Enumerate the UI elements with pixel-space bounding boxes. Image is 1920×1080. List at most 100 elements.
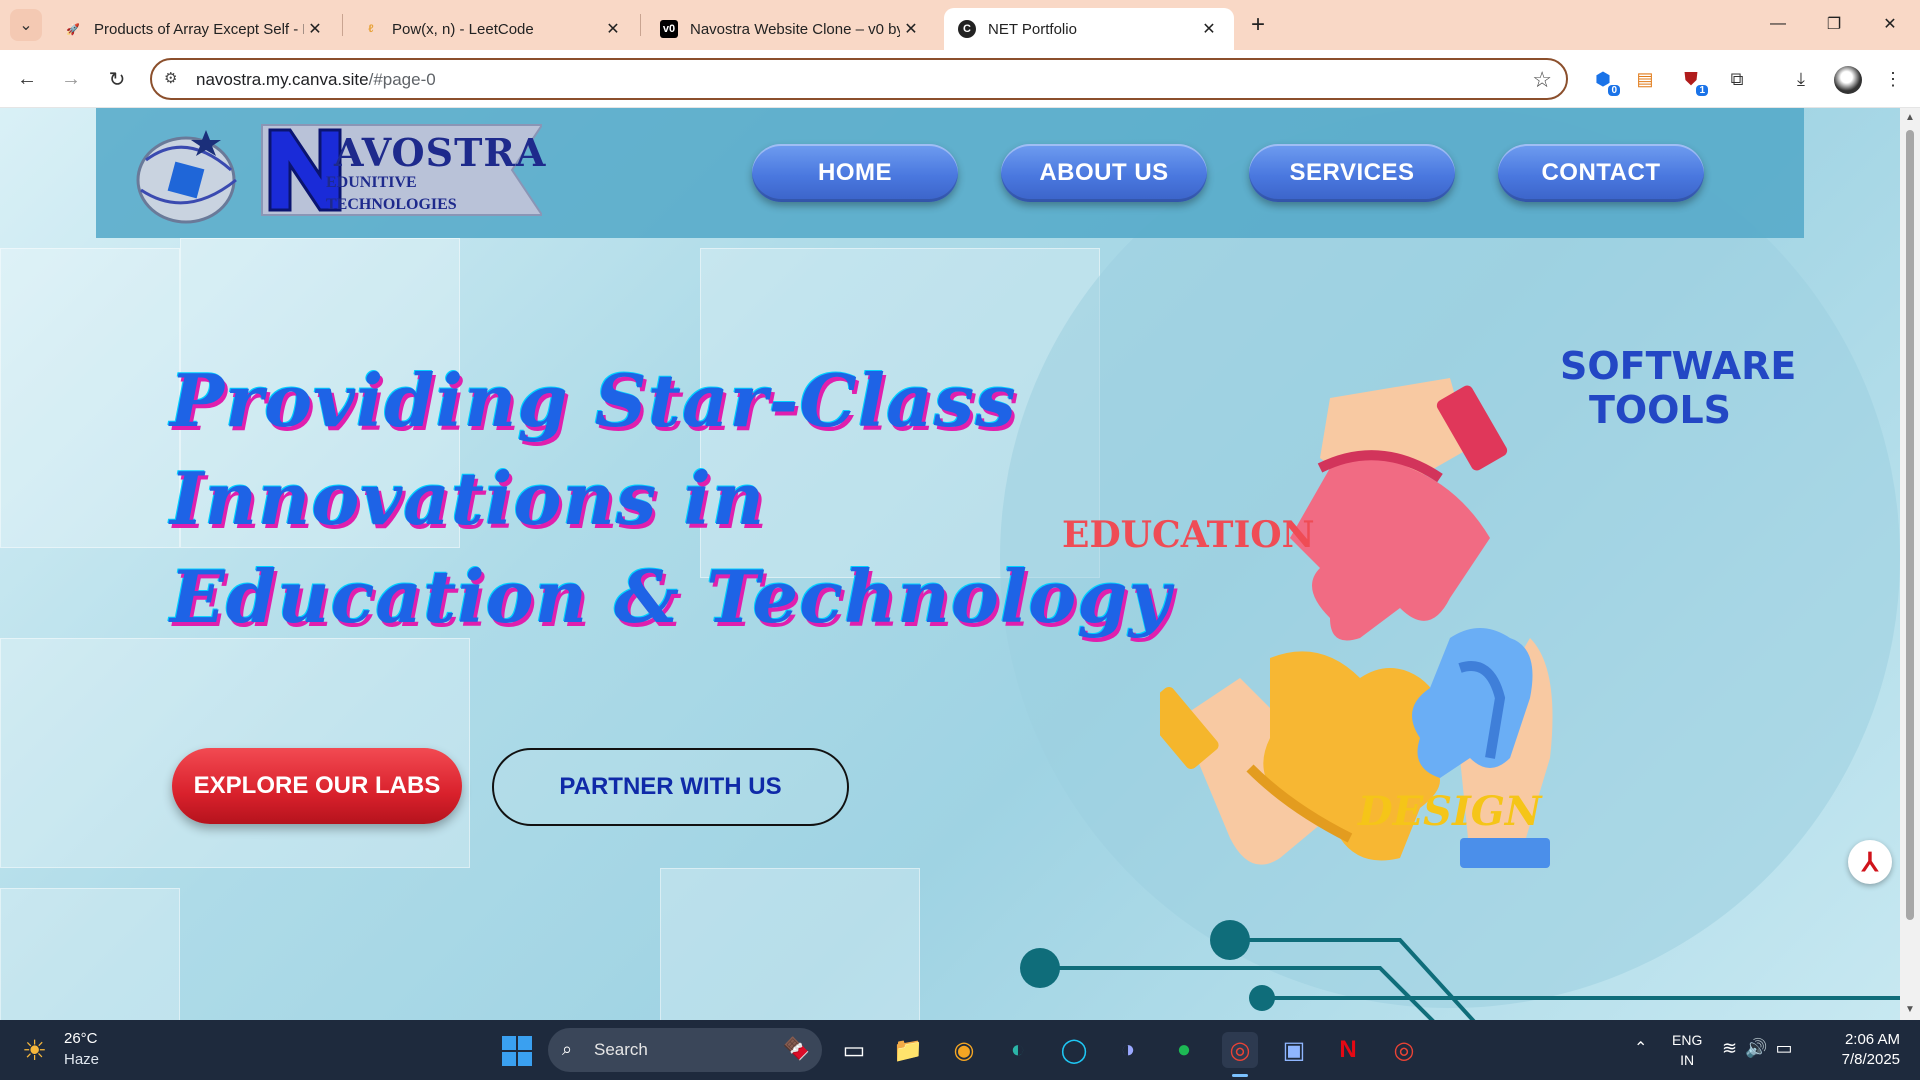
plus-icon: + — [1250, 11, 1265, 38]
tab-net-portfolio[interactable]: C NET Portfolio ✕ — [944, 8, 1234, 50]
background-cube — [660, 868, 920, 1020]
battery-icon[interactable]: ▭ — [1776, 1038, 1801, 1058]
close-icon: ✕ — [1883, 16, 1897, 33]
active-app-indicator — [1232, 1074, 1248, 1077]
logo-globe-icon[interactable] — [126, 120, 246, 230]
region-code: IN — [1680, 1052, 1695, 1068]
rocket-icon: 🚀 — [66, 23, 80, 36]
wifi-icon[interactable]: ≋ — [1722, 1038, 1745, 1058]
label-software: SOFTWARE TOOLS — [1560, 344, 1796, 432]
page-viewport: AVOSTRA EDUNITIVE TECHNOLOGIES HOME ABOU… — [0, 108, 1900, 1020]
close-window-button[interactable]: ✕ — [1862, 0, 1918, 48]
menu-kebab-icon[interactable]: ⋮ — [1880, 66, 1906, 92]
tab-products-array[interactable]: 🚀 Products of Array Except Self - L ✕ — [50, 8, 340, 50]
page-scrollbar[interactable]: ▲ ▼ — [1900, 108, 1920, 1020]
tab-navostra-clone[interactable]: v0 Navostra Website Clone – v0 by ✕ — [646, 8, 936, 50]
scroll-down-icon[interactable]: ▼ — [1904, 1004, 1916, 1016]
close-icon[interactable]: ✕ — [602, 18, 624, 40]
background-cube — [0, 888, 180, 1020]
scroll-up-icon[interactable]: ▲ — [1904, 112, 1916, 124]
logo-wordmark: AVOSTRA — [334, 130, 547, 175]
label-software-line: SOFTWARE — [1560, 344, 1797, 388]
spotify-icon[interactable]: ● — [1166, 1032, 1202, 1068]
brave-icon[interactable]: ◉ — [946, 1032, 982, 1068]
label-design: DESIGN — [1358, 788, 1542, 835]
notes-extension-icon[interactable]: ▤ — [1632, 66, 1658, 92]
url-host: navostra.my.canva.site — [196, 70, 369, 89]
hero-headline-line: Providing Star-Class — [170, 358, 1017, 443]
nav-about-button[interactable]: ABOUT US — [1001, 144, 1207, 202]
system-clock[interactable]: 2:06 AM 7/8/2025 — [1820, 1030, 1900, 1070]
arrow-right-icon: → — [61, 67, 81, 90]
tab-pow[interactable]: ℓ Pow(x, n) - LeetCode ✕ — [348, 8, 638, 50]
reload-button[interactable]: ↻ — [102, 64, 132, 94]
address-bar[interactable]: ⚙ navostra.my.canva.site/#page-0 ☆ — [150, 58, 1568, 100]
partner-button[interactable]: PARTNER WITH US — [492, 748, 849, 826]
forward-button[interactable]: → — [56, 64, 86, 94]
tab-title: Products of Array Except Self - L — [94, 20, 304, 38]
clock-date: 7/8/2025 — [1841, 1051, 1900, 1068]
netflix-icon[interactable]: N — [1330, 1032, 1366, 1068]
shield-extension-icon[interactable]: ⛊ 1 — [1678, 66, 1708, 96]
extension-badge: 1 — [1696, 85, 1708, 96]
close-icon[interactable]: ✕ — [1198, 18, 1220, 40]
task-view-icon[interactable]: ▭ — [836, 1032, 872, 1068]
alexa-icon[interactable]: ◯ — [1056, 1032, 1092, 1068]
tab-title: Navostra Website Clone – v0 by — [690, 20, 900, 38]
taskbar-search[interactable]: ⌕ Search 🍫 — [548, 1028, 822, 1072]
arrow-left-icon: ← — [17, 67, 37, 90]
leetcode-icon: ℓ — [368, 23, 374, 35]
tab-search-button[interactable]: ⌄ — [10, 9, 42, 41]
v0-icon: v0 — [660, 20, 678, 38]
label-software-line: TOOLS — [1588, 388, 1732, 432]
browser-toolbar: ← → ↻ ⚙ navostra.my.canva.site/#page-0 ☆… — [0, 50, 1920, 108]
minimize-button[interactable]: — — [1750, 0, 1806, 48]
profile-avatar[interactable] — [1834, 66, 1862, 94]
chrome-profile-icon[interactable]: ◎ — [1386, 1032, 1422, 1068]
background-cube — [0, 248, 180, 548]
canva-icon: C — [958, 20, 976, 38]
site-header: AVOSTRA EDUNITIVE TECHNOLOGIES HOME ABOU… — [96, 108, 1804, 238]
start-button[interactable] — [502, 1036, 532, 1066]
explore-labs-button[interactable]: EXPLORE OUR LABS — [172, 748, 462, 824]
hero-headline-line: Education & Technology — [170, 554, 1172, 639]
tab-title: NET Portfolio — [988, 20, 1077, 38]
eclipse-icon[interactable]: ◑ — [1110, 1032, 1146, 1068]
weather-temperature[interactable]: 26°C — [64, 1030, 98, 1047]
chrome-icon[interactable]: ◎ — [1222, 1032, 1258, 1068]
back-button[interactable]: ← — [12, 64, 42, 94]
circuit-decoration — [1020, 920, 1900, 1020]
language-indicator[interactable]: ENG IN — [1672, 1030, 1702, 1070]
close-icon[interactable]: ✕ — [304, 18, 326, 40]
url-path: /#page-0 — [368, 70, 436, 89]
nav-home-button[interactable]: HOME — [752, 144, 958, 202]
download-icon[interactable]: ⤓ — [1788, 66, 1814, 92]
label-education: EDUCATION — [1062, 514, 1315, 556]
volume-icon[interactable]: 🔊 — [1745, 1038, 1775, 1058]
restore-button[interactable]: ❐ — [1806, 0, 1862, 48]
weather-haze-icon[interactable]: ☀ — [22, 1034, 54, 1066]
tab-separator — [342, 14, 343, 36]
pdf-tool-icon[interactable]: ⅄ — [1848, 840, 1892, 884]
reload-icon: ↻ — [108, 68, 126, 91]
tab-separator — [640, 14, 641, 36]
puzzle-extensions-icon[interactable]: ⧉ — [1724, 66, 1750, 92]
nav-services-button[interactable]: SERVICES — [1249, 144, 1455, 202]
mysql-workbench-icon[interactable]: ▣ — [1276, 1032, 1312, 1068]
edge-icon[interactable]: ◐ — [1000, 1032, 1036, 1068]
scroll-thumb[interactable] — [1906, 130, 1914, 920]
chevron-up-icon[interactable]: ⌃ — [1634, 1038, 1647, 1058]
weather-description[interactable]: Haze — [64, 1051, 99, 1068]
system-tray-icons[interactable]: ≋🔊▭ — [1722, 1038, 1801, 1059]
site-settings-icon[interactable]: ⚙ — [164, 69, 177, 87]
extension-icon[interactable]: ⬢ 0 — [1590, 66, 1620, 96]
search-highlight-icon: 🍫 — [782, 1036, 810, 1061]
url-text[interactable]: navostra.my.canva.site/#page-0 — [196, 70, 436, 90]
nav-contact-button[interactable]: CONTACT — [1498, 144, 1704, 202]
bookmark-star-icon[interactable]: ☆ — [1532, 67, 1552, 93]
close-icon[interactable]: ✕ — [900, 18, 922, 40]
extension-badge: 0 — [1608, 85, 1620, 96]
new-tab-button[interactable]: + — [1244, 11, 1272, 39]
logo-subtitle: TECHNOLOGIES — [326, 196, 457, 213]
file-explorer-icon[interactable]: 📁 — [890, 1032, 926, 1068]
